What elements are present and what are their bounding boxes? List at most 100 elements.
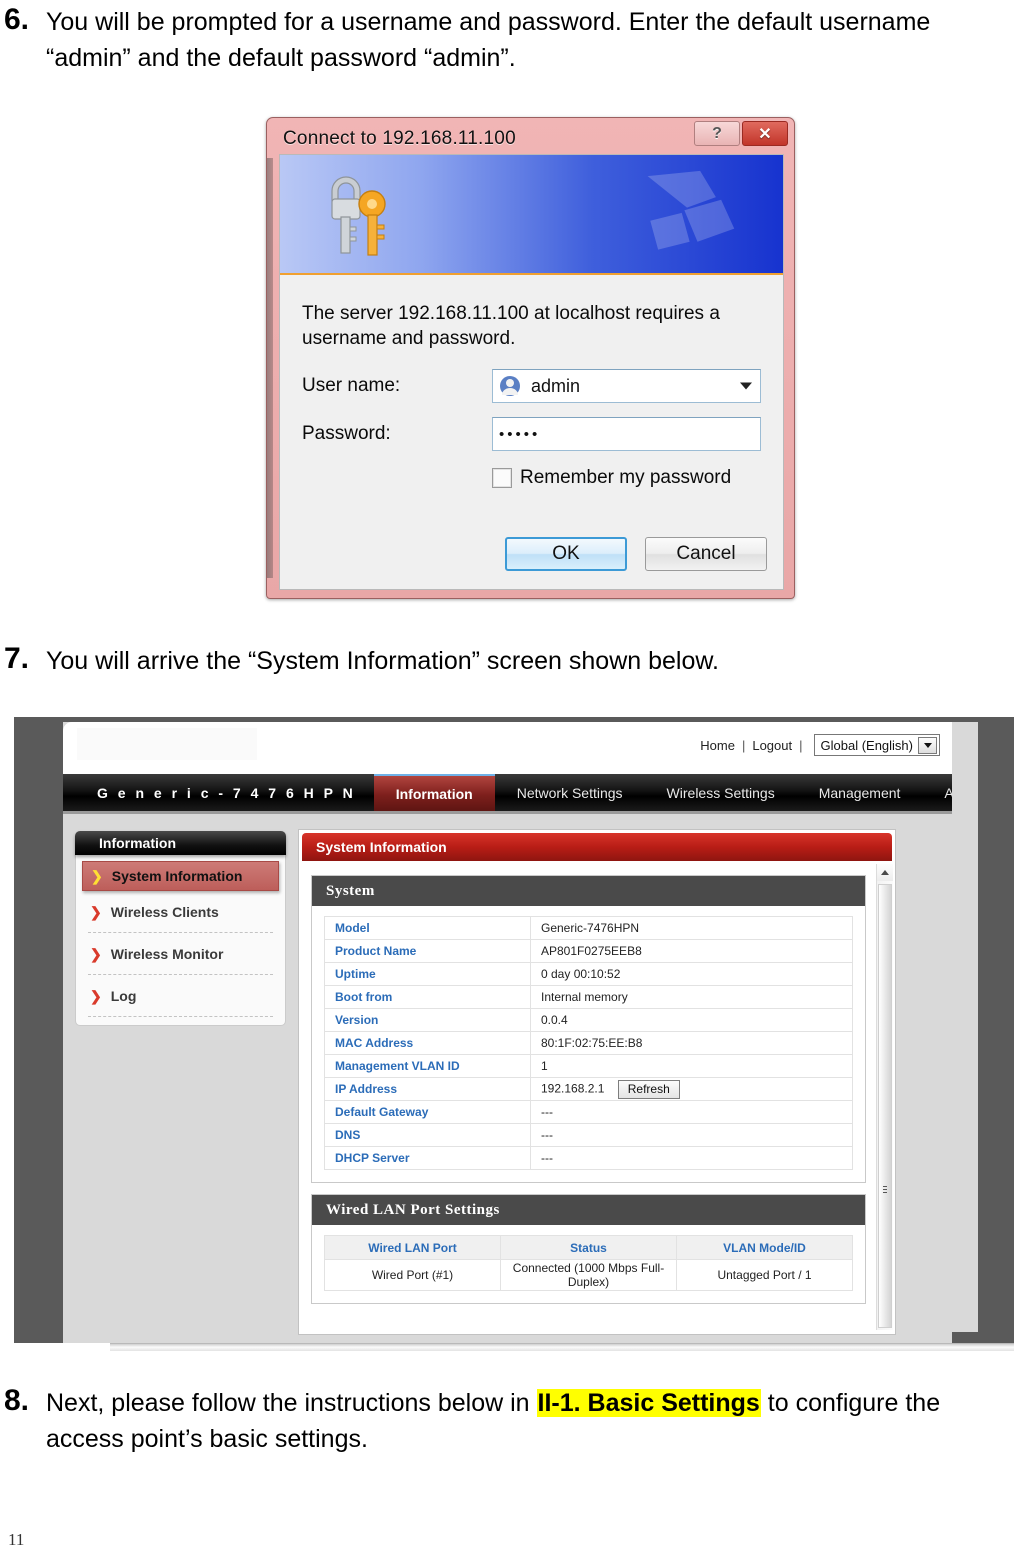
table-row: Boot from Internal memory bbox=[324, 985, 853, 1009]
nav-item-wireless-settings[interactable]: Wireless Settings bbox=[645, 774, 797, 811]
sidebar: Information ❯ System Information ❯ Wirel… bbox=[75, 831, 286, 1026]
wired-lan-table: Wired LAN Port Status VLAN Mode/ID Wired… bbox=[324, 1235, 853, 1291]
ip-address-value: 192.168.2.1 bbox=[541, 1081, 605, 1096]
username-row: User name: admin bbox=[280, 369, 783, 403]
table-row: Model Generic-7476HPN bbox=[324, 916, 853, 940]
close-icon[interactable]: ✕ bbox=[742, 121, 788, 146]
sidebar-divider bbox=[88, 974, 273, 975]
sidebar-item-wireless-clients[interactable]: ❯ Wireless Clients bbox=[82, 897, 279, 927]
browser-right-strip bbox=[952, 717, 1014, 1332]
scroll-up-arrow-icon[interactable] bbox=[877, 864, 893, 881]
password-value: ••••• bbox=[499, 425, 541, 443]
dialog-message: The server 192.168.11.100 at localhost r… bbox=[302, 303, 720, 349]
step-8-text-before: Next, please follow the instructions bel… bbox=[46, 1389, 537, 1417]
dialog-edge-artifact bbox=[267, 158, 273, 578]
username-value: admin bbox=[531, 375, 581, 396]
help-icon[interactable]: ? bbox=[694, 121, 740, 146]
dialog-window-buttons: ? ✕ bbox=[692, 121, 788, 146]
row-key: Management VLAN ID bbox=[324, 1054, 531, 1078]
wired-lan-card-heading: Wired LAN Port Settings bbox=[312, 1195, 865, 1225]
sidebar-divider bbox=[88, 1016, 273, 1017]
brand-bar: Home | Logout | Global (English) bbox=[63, 722, 952, 774]
step-8: 8. Next, please follow the instructions … bbox=[4, 1383, 1014, 1457]
row-value: 1 bbox=[530, 1054, 853, 1078]
password-input[interactable]: ••••• bbox=[492, 417, 761, 451]
browser-viewport: Home | Logout | Global (English) G e n e… bbox=[63, 722, 1007, 1343]
sidebar-item-label: Log bbox=[110, 988, 137, 1004]
column-header: Status bbox=[500, 1235, 677, 1260]
step-8-highlight: II-1. Basic Settings bbox=[536, 1389, 761, 1417]
row-key: IP Address bbox=[324, 1077, 531, 1101]
page-number: 11 bbox=[8, 1530, 25, 1549]
row-key: Model bbox=[324, 916, 531, 940]
top-links: Home | Logout | Global (English) bbox=[700, 734, 940, 756]
browser-frame: Home | Logout | Global (English) G e n e… bbox=[14, 717, 1014, 1343]
table-row: Default Gateway --- bbox=[324, 1100, 853, 1124]
dialog-body: The server 192.168.11.100 at localhost r… bbox=[279, 154, 784, 590]
remember-password-row[interactable]: Remember my password bbox=[280, 467, 783, 489]
refresh-button[interactable]: Refresh bbox=[617, 1079, 680, 1099]
logout-link[interactable]: Logout bbox=[752, 738, 792, 753]
username-input[interactable]: admin bbox=[492, 369, 761, 403]
row-value: --- bbox=[530, 1100, 853, 1124]
remember-password-checkbox[interactable] bbox=[492, 468, 512, 488]
row-value-with-action: 192.168.2.1 Refresh bbox=[530, 1077, 853, 1101]
user-icon bbox=[500, 376, 520, 396]
main-navigation: G e n e r i c - 7 4 7 6 H P N Informatio… bbox=[63, 774, 1007, 814]
nav-item-information[interactable]: Information bbox=[373, 774, 495, 811]
language-value: Global (English) bbox=[820, 737, 914, 753]
step-6-text: You will be prompted for a username and … bbox=[46, 8, 931, 72]
nav-item-network-settings[interactable]: Network Settings bbox=[495, 774, 645, 811]
row-key: DNS bbox=[324, 1123, 531, 1147]
panel-scroll-content: System Model Generic-7476HPN Product Nam… bbox=[302, 864, 875, 1330]
sidebar-item-label: Wireless Monitor bbox=[110, 946, 224, 962]
row-key: Uptime bbox=[324, 962, 531, 986]
language-select[interactable]: Global (English) bbox=[813, 734, 940, 756]
password-row: Password: ••••• bbox=[280, 417, 783, 451]
row-value: --- bbox=[530, 1146, 853, 1170]
chevron-down-icon[interactable] bbox=[918, 736, 937, 754]
cancel-button[interactable]: Cancel bbox=[645, 537, 767, 571]
step-6: 6. You will be prompted for a username a… bbox=[4, 2, 1014, 76]
brand-logo bbox=[77, 728, 257, 760]
row-value: AP801F0275EEB8 bbox=[530, 939, 853, 963]
chevron-right-icon: ❯ bbox=[90, 945, 102, 962]
chevron-down-icon[interactable] bbox=[740, 382, 752, 390]
row-value: 0 day 00:10:52 bbox=[530, 962, 853, 986]
ok-button[interactable]: OK bbox=[505, 537, 627, 571]
table-row: MAC Address 80:1F:02:75:EE:B8 bbox=[324, 1031, 853, 1055]
dialog-title: Connect to 192.168.11.100 bbox=[283, 128, 516, 149]
row-key: Boot from bbox=[324, 985, 531, 1009]
home-link[interactable]: Home bbox=[700, 738, 735, 753]
row-key: Product Name bbox=[324, 939, 531, 963]
username-label: User name: bbox=[302, 375, 401, 396]
table-row: IP Address 192.168.2.1 Refresh bbox=[324, 1077, 853, 1101]
sidebar-item-system-information[interactable]: ❯ System Information bbox=[82, 861, 279, 891]
column-header: VLAN Mode/ID bbox=[676, 1235, 853, 1260]
link-separator-2: | bbox=[799, 737, 803, 753]
row-key: DHCP Server bbox=[324, 1146, 531, 1170]
table-row: Uptime 0 day 00:10:52 bbox=[324, 962, 853, 986]
sidebar-divider bbox=[88, 932, 273, 933]
banner-watermark bbox=[647, 170, 735, 250]
router-webui-screenshot: Home | Logout | Global (English) G e n e… bbox=[14, 717, 1014, 1354]
sidebar-item-wireless-monitor[interactable]: ❯ Wireless Monitor bbox=[82, 939, 279, 969]
scrollbar-thumb[interactable] bbox=[878, 884, 892, 1328]
row-value: 80:1F:02:75:EE:B8 bbox=[530, 1031, 853, 1055]
browser-right-gutter bbox=[952, 722, 978, 1332]
sidebar-item-log[interactable]: ❯ Log bbox=[82, 981, 279, 1011]
browser-bottom-edge bbox=[110, 1343, 1014, 1351]
step-7: 7. You will arrive the “System Informati… bbox=[4, 641, 1014, 679]
wired-lan-card: Wired LAN Port Settings Wired LAN Port S… bbox=[311, 1194, 866, 1304]
nav-item-management[interactable]: Management bbox=[797, 774, 923, 811]
content-area: Information ❯ System Information ❯ Wirel… bbox=[63, 817, 952, 1343]
wired-lan-card-body: Wired LAN Port Status VLAN Mode/ID Wired… bbox=[312, 1225, 865, 1303]
panel-scrollbar[interactable] bbox=[876, 864, 893, 1330]
row-key: MAC Address bbox=[324, 1031, 531, 1055]
sidebar-item-label: Wireless Clients bbox=[110, 904, 219, 920]
panel-title: System Information bbox=[302, 833, 892, 861]
row-value: Internal memory bbox=[530, 985, 853, 1009]
remember-password-label: Remember my password bbox=[520, 467, 732, 488]
chevron-right-icon: ❯ bbox=[91, 867, 103, 884]
system-card: System Model Generic-7476HPN Product Nam… bbox=[311, 875, 866, 1183]
